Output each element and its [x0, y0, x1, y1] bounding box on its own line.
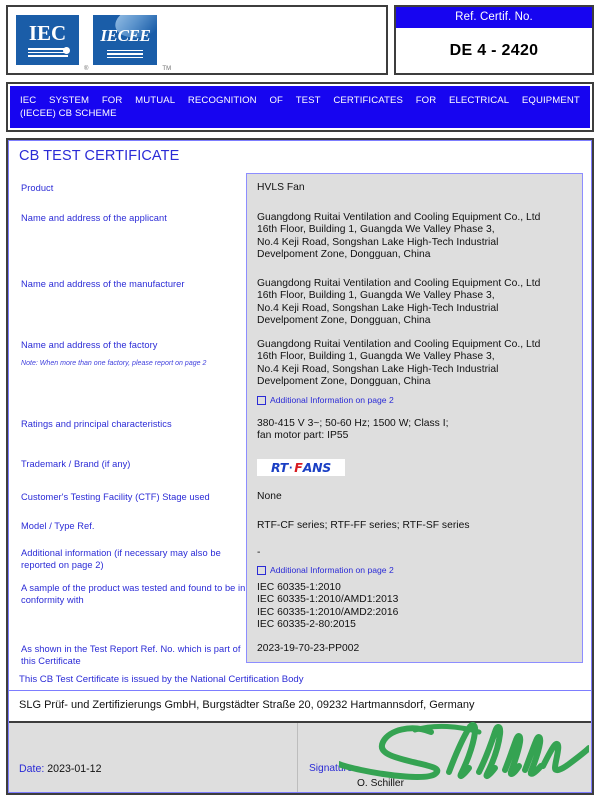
label-additional-information: Additional information (if necessary may… [21, 548, 221, 570]
signature-block: Date: 2023-01-12 Signature: O. Schiller [9, 721, 591, 792]
certificate-body: CB TEST CERTIFICATE Product Name and add… [8, 140, 592, 793]
additional-info-label: Additional Information on page 2 [270, 395, 394, 405]
label-test-report: As shown in the Test Report Ref. No. whi… [21, 644, 241, 666]
label-trademark: Trademark / Brand (if any) [21, 459, 131, 469]
additional-info-label: Additional Information on page 2 [270, 565, 394, 575]
logo-container: IEC ® IECEE TM [6, 5, 388, 75]
trademark-brand-logo: RT · F ANS [257, 459, 345, 476]
value-ctf-stage: None [257, 491, 282, 502]
banner-word: FOR [101, 95, 123, 106]
banner-word: RECOGNITION [187, 95, 257, 106]
brand-separator-icon: · [289, 460, 294, 475]
ncb-name: SLG Prüf- und Zertifizierungs GmbH, Burg… [19, 699, 475, 711]
label-model-type: Model / Type Ref. [21, 521, 95, 531]
signature-ink [339, 721, 589, 780]
checkbox-icon[interactable] [257, 565, 266, 575]
brand-f-text: F [294, 460, 303, 475]
issued-by-text: This CB Test Certificate is issued by th… [19, 674, 304, 685]
header-row: IEC ® IECEE TM Ref. Certif. No. DE 4 - 2… [6, 5, 594, 75]
additional-info-page2-checkbox-factory[interactable]: Additional Information on page 2 [257, 395, 394, 405]
banner-word: OF [269, 95, 283, 106]
cb-test-certificate-page: IEC ® IECEE TM Ref. Certif. No. DE 4 - 2… [0, 0, 600, 800]
label-applicant: Name and address of the applicant [21, 213, 167, 223]
label-factory: Name and address of the factory [21, 340, 158, 350]
certificate-body-frame: CB TEST CERTIFICATE Product Name and add… [6, 138, 594, 795]
label-conformity: A sample of the product was tested and f… [21, 583, 246, 605]
date-value: 2023-01-12 [47, 763, 102, 775]
banner-word: EQUIPMENT [521, 95, 580, 106]
ref-certificate-box: Ref. Certif. No. DE 4 - 2420 [394, 5, 594, 75]
scheme-banner-frame: IEC SYSTEM FOR MUTUAL RECOGNITION OF TES… [6, 82, 594, 132]
label-ctf-stage: Customer's Testing Facility (CTF) Stage … [21, 492, 210, 502]
ref-certificate-label: Ref. Certif. No. [396, 7, 592, 28]
value-product: HVLS Fan [257, 182, 305, 193]
trademark-mark: TM [162, 66, 172, 72]
brand-ans-text: ANS [302, 460, 332, 475]
label-product: Product [21, 183, 54, 193]
value-test-report-ref: 2023-19-70-23-PP002 [257, 643, 360, 654]
registered-mark: ® [84, 66, 89, 72]
value-additional-information: - [257, 547, 261, 558]
signature-divider [297, 723, 298, 792]
iec-logo-bars [27, 46, 68, 57]
scheme-banner-line2: (IECEE) CB SCHEME [20, 107, 117, 119]
page-title: CB TEST CERTIFICATE [19, 148, 180, 164]
banner-word: IEC [20, 95, 37, 106]
scheme-banner-line1: IEC SYSTEM FOR MUTUAL RECOGNITION OF TES… [20, 95, 580, 108]
scheme-banner: IEC SYSTEM FOR MUTUAL RECOGNITION OF TES… [10, 86, 590, 128]
value-conformity-standards: IEC 60335-1:2010 IEC 60335-1:2010/AMD1:2… [257, 582, 399, 630]
label-manufacturer: Name and address of the manufacturer [21, 279, 185, 289]
issued-by-row: This CB Test Certificate is issued by th… [9, 668, 591, 691]
banner-word: ELECTRICAL [449, 95, 510, 106]
value-model-type: RTF-CF series; RTF-FF series; RTF-SF ser… [257, 520, 470, 531]
ncb-row: SLG Prüf- und Zertifizierungs GmbH, Burg… [9, 691, 591, 723]
issue-date: Date: 2023-01-12 [19, 763, 101, 775]
iecee-logo-text: IECEE [100, 25, 151, 45]
brand-rt-text: RT [271, 460, 289, 475]
iec-logo-text: IEC [28, 21, 67, 46]
label-factory-note: Note: When more than one factory, please… [21, 360, 207, 367]
date-label: Date: [19, 763, 45, 775]
value-applicant-address: Guangdong Ruitai Ventilation and Cooling… [257, 212, 541, 260]
value-ratings: 380-415 V 3~; 50-60 Hz; 1500 W; Class I;… [257, 418, 449, 442]
banner-word: MUTUAL [135, 95, 176, 106]
iec-logo-icon: IEC [16, 15, 79, 65]
signer-name: O. Schiller [357, 778, 404, 789]
ref-certificate-number: DE 4 - 2420 [449, 41, 539, 59]
value-factory-address: Guangdong Ruitai Ventilation and Cooling… [257, 339, 541, 387]
additional-info-page2-checkbox-additional[interactable]: Additional Information on page 2 [257, 565, 394, 575]
label-ratings: Ratings and principal characteristics [21, 419, 172, 429]
iecee-logo-icon: IECEE [93, 15, 158, 65]
value-manufacturer-address: Guangdong Ruitai Ventilation and Cooling… [257, 278, 541, 326]
banner-word: CERTIFICATES [333, 95, 403, 106]
banner-word: SYSTEM [49, 95, 90, 106]
iec-logo-dot [63, 47, 70, 54]
checkbox-icon[interactable] [257, 395, 266, 405]
signature-label: Signature: [309, 763, 356, 774]
banner-word: FOR [415, 95, 437, 106]
iecee-logo-bars [107, 48, 144, 59]
banner-word: TEST [295, 95, 321, 106]
